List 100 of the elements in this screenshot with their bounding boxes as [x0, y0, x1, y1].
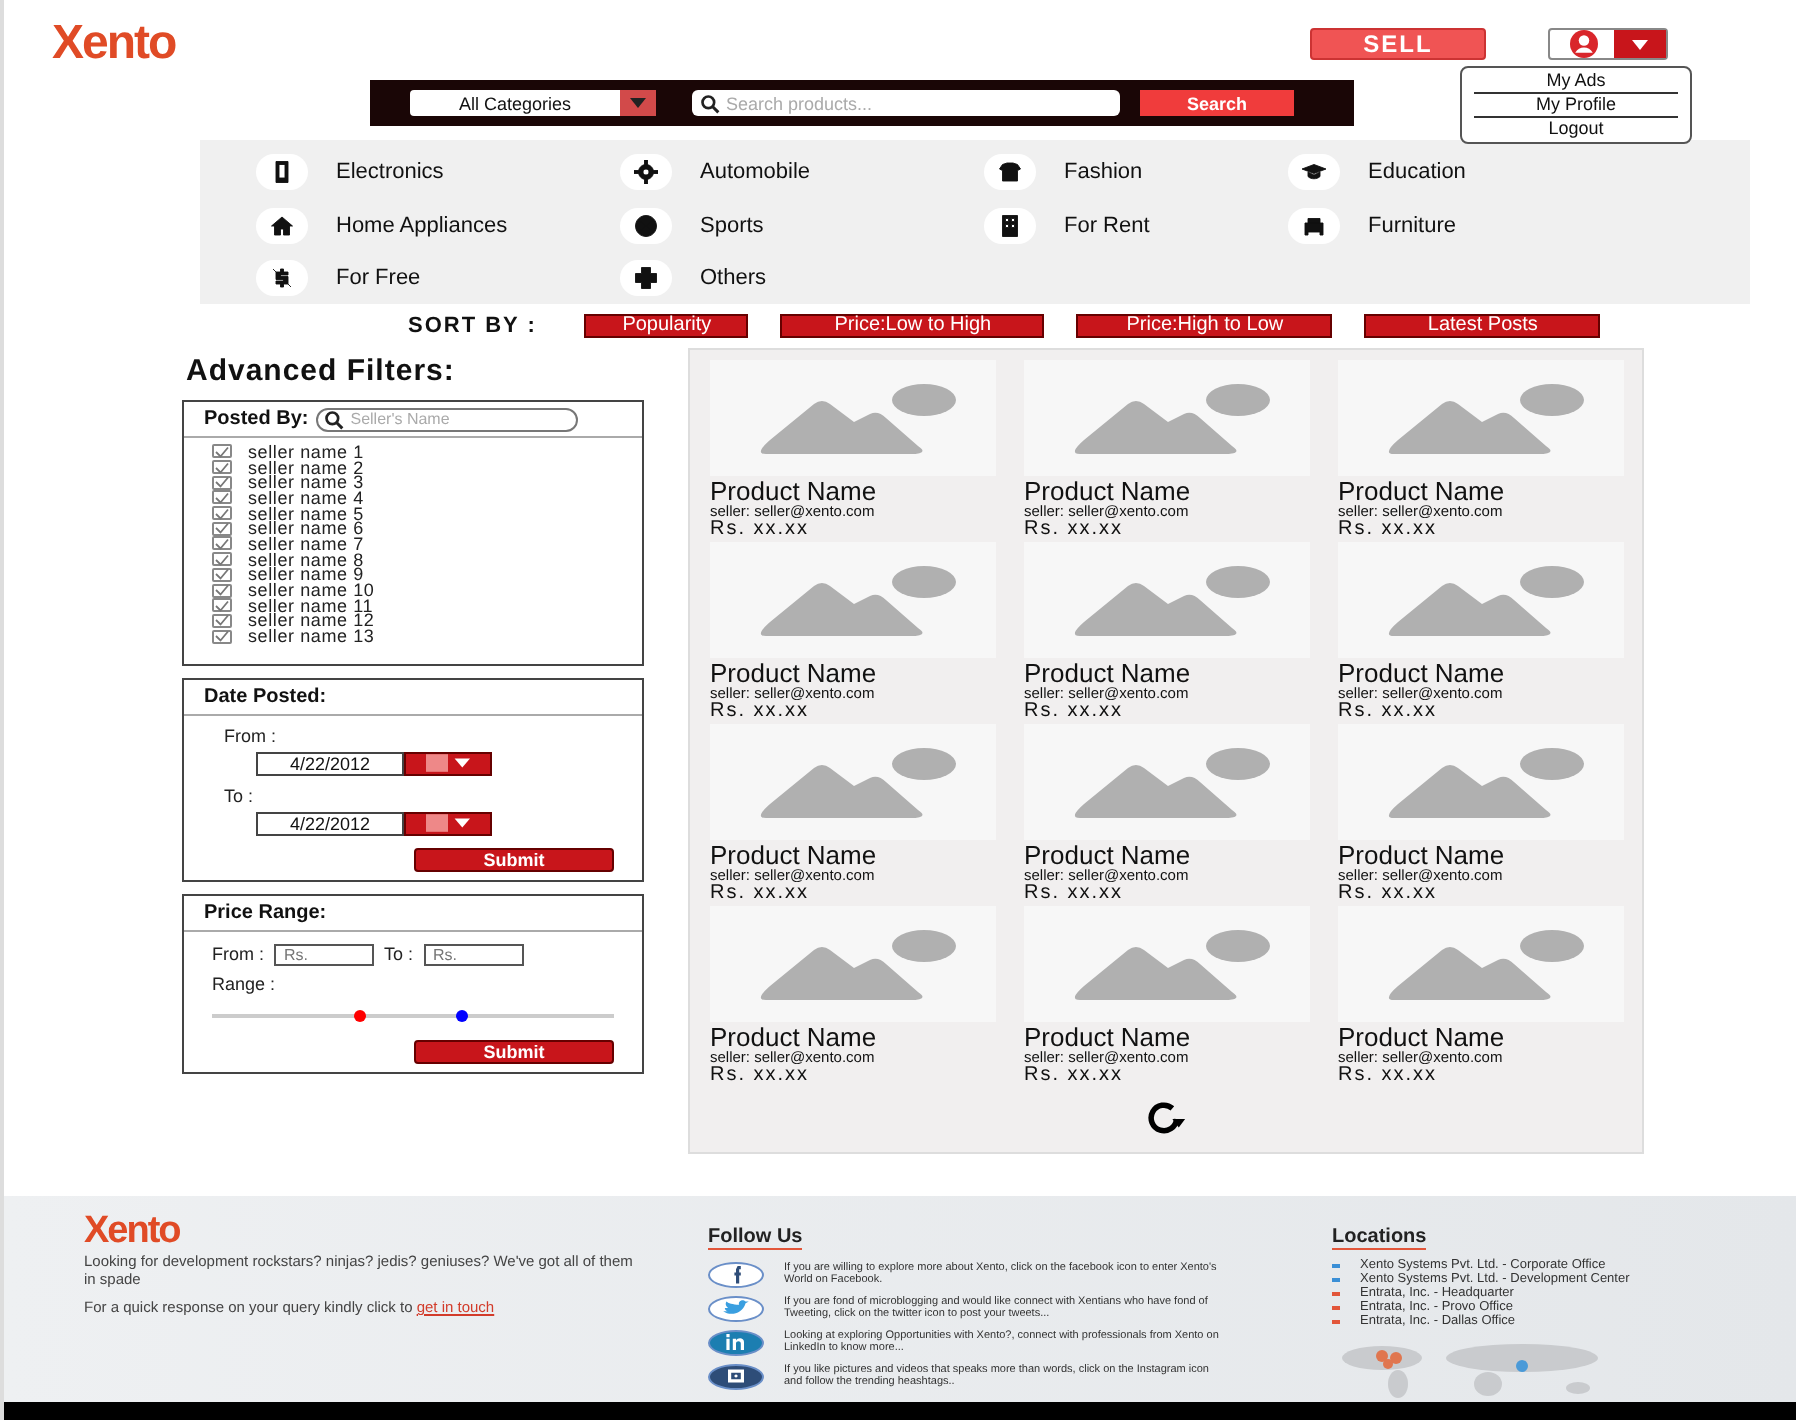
category-link[interactable]: Electronics [336, 160, 444, 184]
checkbox[interactable] [212, 521, 232, 536]
sort-button[interactable]: Price:Low to High [780, 314, 1045, 338]
checkbox[interactable] [212, 490, 232, 505]
field-label: To : [224, 785, 256, 806]
category-link[interactable]: Fashion [1064, 160, 1143, 184]
product-name[interactable]: Product Name [1338, 1024, 1624, 1050]
field-label: From : [212, 944, 264, 965]
product-price: Rs. xx.xx [1024, 1064, 1126, 1086]
sort-button[interactable]: Latest Posts [1364, 314, 1601, 338]
checkbox[interactable] [212, 506, 232, 521]
field-label: Range : [212, 973, 278, 994]
footer-logo: Xento [84, 1212, 182, 1252]
placeholder-text: Search products... [724, 93, 875, 113]
price-field[interactable]: Rs. [423, 943, 524, 966]
product-name[interactable]: Product Name [1338, 660, 1624, 686]
product-name[interactable]: Product Name [710, 660, 996, 686]
seller-name: seller name 1 [248, 443, 364, 460]
category-dropdown[interactable]: All Categories [410, 90, 656, 116]
search-icon [324, 409, 345, 429]
slider-thumb[interactable] [455, 1009, 468, 1022]
search-button[interactable]: Search [1140, 90, 1294, 116]
seller-name: seller name 13 [248, 628, 375, 645]
placeholder-text: Seller's Name [348, 410, 452, 428]
category-link[interactable]: For Free [336, 266, 421, 291]
sort-button[interactable]: Price:High to Low [1076, 314, 1333, 338]
product-price: Rs. xx.xx [1338, 1064, 1440, 1086]
category-link[interactable]: Sports [700, 213, 764, 238]
date-field[interactable]: 4/22/2012 [256, 751, 404, 776]
checkbox[interactable] [212, 567, 232, 582]
category-link[interactable]: Home Appliances [336, 213, 508, 238]
product-name[interactable]: Product Name [1338, 842, 1624, 868]
category-icon [984, 207, 1036, 244]
category-link[interactable]: Furniture [1368, 213, 1457, 238]
checkbox[interactable] [212, 460, 232, 475]
checkbox[interactable] [212, 583, 232, 598]
calendar-button[interactable] [404, 811, 492, 836]
checkbox[interactable] [212, 536, 232, 551]
seller-name: seller name 8 [248, 551, 364, 568]
seller-name: seller name 6 [248, 520, 364, 537]
date-field[interactable]: 4/22/2012 [256, 811, 404, 836]
seller-name: seller name 10 [248, 582, 375, 599]
seller-name: seller name 4 [248, 489, 364, 506]
product-name[interactable]: Product Name [1024, 842, 1310, 868]
category-icon [984, 154, 1036, 190]
calendar-button[interactable] [404, 751, 492, 776]
follow-us-heading: Follow Us [708, 1226, 803, 1250]
category-link[interactable]: Automobile [700, 160, 811, 184]
slider-thumb[interactable] [354, 1009, 367, 1022]
seller-name: seller name 9 [248, 566, 364, 583]
checkbox[interactable] [212, 613, 232, 628]
seller-name: seller name 7 [248, 535, 364, 552]
instagram-icon[interactable] [708, 1363, 764, 1389]
product-price: Rs. xx.xx [710, 700, 812, 722]
product-name[interactable]: Product Name [1338, 478, 1624, 504]
seller-name: seller name 2 [248, 459, 364, 476]
user-menu-button[interactable] [1548, 28, 1668, 60]
checkbox[interactable] [212, 552, 232, 567]
price-field[interactable]: Rs. [274, 943, 374, 966]
caret-icon [1632, 39, 1648, 49]
checkbox[interactable] [212, 475, 232, 490]
logo[interactable]: Xento [52, 16, 176, 72]
category-link[interactable]: For Rent [1064, 213, 1150, 238]
menu-item[interactable]: My Ads [1474, 70, 1678, 94]
menu-item[interactable]: My Profile [1474, 94, 1678, 118]
seller-name: seller name 11 [248, 597, 374, 614]
product-name[interactable]: Product Name [710, 842, 996, 868]
caret-icon [630, 98, 646, 108]
category-icon [620, 154, 672, 190]
product-price: Rs. xx.xx [1338, 518, 1440, 540]
product-name[interactable]: Product Name [1024, 660, 1310, 686]
product-price: Rs. xx.xx [1024, 518, 1126, 540]
sort-label: SORT BY : [408, 314, 537, 338]
category-icon [1288, 154, 1340, 190]
seller-name: seller name 5 [248, 505, 364, 522]
product-price: Rs. xx.xx [710, 882, 812, 904]
menu-item[interactable]: Logout [1474, 118, 1678, 140]
product-name[interactable]: Product Name [1024, 478, 1310, 504]
product-name[interactable]: Product Name [1024, 1024, 1310, 1050]
category-link[interactable]: Others [700, 266, 767, 291]
panel-title: Date Posted: [204, 685, 327, 708]
user-icon [1570, 30, 1598, 58]
checkbox[interactable] [212, 598, 232, 613]
facebook-icon[interactable] [708, 1261, 764, 1287]
product-price: Rs. xx.xx [710, 518, 812, 540]
panel-title: Price Range: [204, 901, 327, 924]
seller-name: seller name 3 [248, 474, 364, 491]
checkbox[interactable] [212, 444, 232, 459]
product-price: Rs. xx.xx [1338, 882, 1440, 904]
checkbox[interactable] [212, 629, 232, 644]
refresh-icon[interactable] [1144, 1102, 1188, 1136]
submit-button[interactable]: Submit [414, 1039, 614, 1064]
product-price: Rs. xx.xx [710, 1064, 812, 1086]
product-name[interactable]: Product Name [710, 478, 996, 504]
category-link[interactable]: Education [1368, 160, 1466, 184]
submit-button[interactable]: Submit [414, 847, 614, 872]
sort-button[interactable]: Popularity [584, 314, 749, 338]
linkedin-icon[interactable] [708, 1329, 764, 1355]
product-name[interactable]: Product Name [710, 1024, 996, 1050]
category-icon [256, 154, 308, 190]
